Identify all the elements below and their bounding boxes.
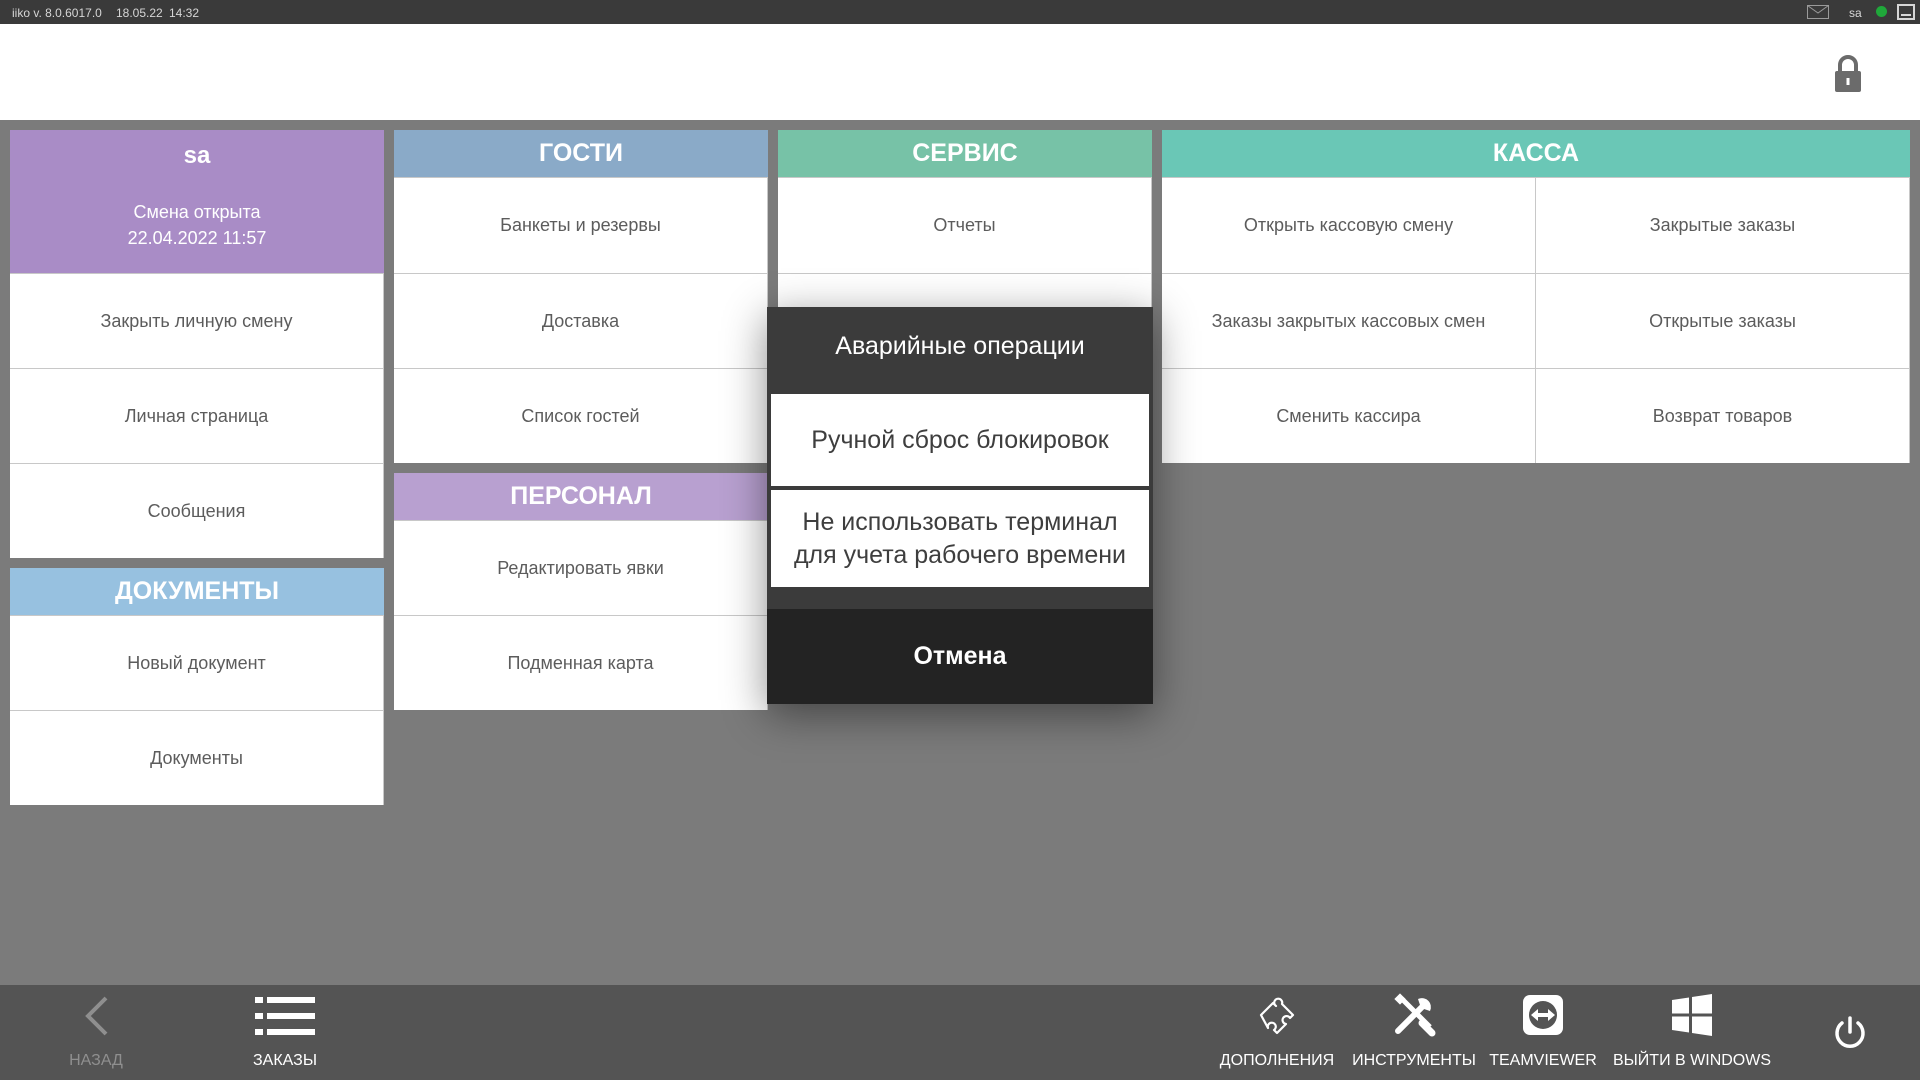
open-cash-shift-button[interactable]: Открыть кассовую смену <box>1162 177 1536 273</box>
status-date: 18.05.22 <box>116 6 163 20</box>
shift-open-time: 22.04.2022 11:57 <box>127 228 267 248</box>
exit-to-windows-label: ВЫЙТИ В WINDOWS <box>1612 1052 1772 1069</box>
banquets-reservations-button[interactable]: Банкеты и резервы <box>394 177 768 273</box>
user-name: sa <box>183 142 211 169</box>
exit-to-windows-button[interactable]: ВЫЙТИ В WINDOWS <box>1612 985 1772 1080</box>
edit-attendance-button[interactable]: Редактировать явки <box>394 520 768 615</box>
change-cashier-button[interactable]: Сменить кассира <box>1162 368 1536 463</box>
reports-button[interactable]: Отчеты <box>778 177 1152 273</box>
messages-button[interactable]: Сообщения <box>10 463 384 558</box>
cancel-button[interactable]: Отмена <box>767 609 1153 704</box>
list-icon <box>255 997 315 1035</box>
header <box>0 24 1920 120</box>
closed-shift-orders-button[interactable]: Заказы закрытых кассовых смен <box>1162 273 1536 368</box>
teamviewer-label: TEAMVIEWER <box>1489 1052 1597 1069</box>
windows-logo-icon <box>1672 994 1712 1036</box>
online-status-indicator <box>1876 6 1887 17</box>
back-button[interactable]: НАЗАД <box>56 985 136 1080</box>
tools-button[interactable]: ИНСТРУМЕНТЫ <box>1352 985 1476 1080</box>
teamviewer-icon <box>1523 995 1563 1035</box>
dialog-title: Аварийные операции <box>835 332 1085 360</box>
new-document-button[interactable]: Новый документ <box>10 615 384 710</box>
delivery-button[interactable]: Доставка <box>394 273 768 368</box>
tools-label: ИНСТРУМЕНТЫ <box>1352 1052 1476 1069</box>
lock-icon[interactable] <box>1833 54 1863 94</box>
service-section-header: СЕРВИС <box>778 130 1152 177</box>
close-personal-shift-button[interactable]: Закрыть личную смену <box>10 273 384 368</box>
bottom-toolbar: НАЗАД ЗАКАЗЫ ДОПОЛНЕНИЯ ИНСТРУМЕНТЫ TEAM… <box>0 985 1920 1080</box>
guest-list-button[interactable]: Список гостей <box>394 368 768 463</box>
emergency-operations-dialog: Аварийные операции Ручной сброс блокиров… <box>767 307 1153 704</box>
closed-orders-button[interactable]: Закрытые заказы <box>1536 177 1910 273</box>
status-bar: iiko v. 8.0.6017.0 18.05.22 14:32 sa <box>0 0 1920 24</box>
orders-label: ЗАКАЗЫ <box>253 1052 317 1069</box>
user-card: sa Смена открыта 22.04.2022 11:57 <box>10 130 384 273</box>
teamviewer-button[interactable]: TEAMVIEWER <box>1488 985 1598 1080</box>
option-line-1: Не использовать терминал <box>802 507 1118 536</box>
wrench-screwdriver-icon <box>1394 993 1436 1037</box>
cash-section-header: КАССА <box>1162 130 1910 177</box>
puzzle-icon <box>1259 997 1295 1035</box>
power-icon <box>1835 1016 1865 1048</box>
window-mode-icon[interactable] <box>1897 4 1915 20</box>
addons-label: ДОПОЛНЕНИЯ <box>1219 1052 1335 1069</box>
guests-section-header: ГОСТИ <box>394 130 768 177</box>
staff-section-header: ПЕРСОНАЛ <box>394 473 768 520</box>
manual-lock-reset-button[interactable]: Ручной сброс блокировок <box>771 394 1149 486</box>
back-label: НАЗАД <box>69 1052 123 1069</box>
disable-time-tracking-button[interactable]: Не использовать терминал для учета рабоч… <box>771 490 1149 587</box>
documents-section-header: ДОКУМЕНТЫ <box>10 568 384 615</box>
documents-button[interactable]: Документы <box>10 710 384 805</box>
orders-button[interactable]: ЗАКАЗЫ <box>245 985 325 1080</box>
app-version: iiko v. 8.0.6017.0 <box>12 6 102 20</box>
chevron-left-icon <box>85 996 108 1036</box>
substitute-card-button[interactable]: Подменная карта <box>394 615 768 710</box>
personal-page-button[interactable]: Личная страница <box>10 368 384 463</box>
status-time: 14:32 <box>169 6 200 20</box>
mail-icon[interactable] <box>1807 5 1829 19</box>
service-tile-hidden <box>778 273 1152 308</box>
open-orders-button[interactable]: Открытые заказы <box>1536 273 1910 368</box>
shift-status: Смена открыта <box>133 202 261 222</box>
product-return-button[interactable]: Возврат товаров <box>1536 368 1910 463</box>
status-user: sa <box>1849 6 1862 20</box>
addons-button[interactable]: ДОПОЛНЕНИЯ <box>1215 985 1339 1080</box>
option-line-2: для учета рабочего времени <box>793 540 1127 569</box>
power-button[interactable] <box>1826 985 1872 1080</box>
